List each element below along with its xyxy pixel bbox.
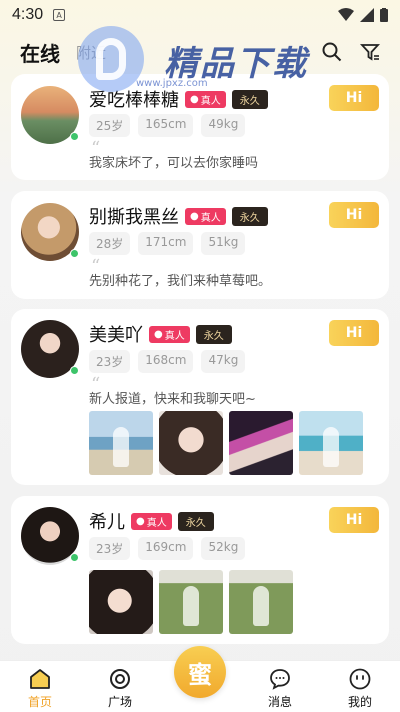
tab-online[interactable]: 在线 xyxy=(20,38,60,67)
avatar[interactable] xyxy=(21,86,79,144)
online-indicator xyxy=(70,132,79,141)
user-photo[interactable] xyxy=(229,411,293,475)
age-tag: 23岁 xyxy=(89,350,131,373)
name-row: 爱吃棒棒糖 ● 真人 永久 xyxy=(89,86,268,112)
nav-messages-label: 消息 xyxy=(267,695,292,709)
nav-messages[interactable]: 消息 xyxy=(250,667,310,710)
real-badge-label: 真人 xyxy=(200,212,221,224)
hi-button[interactable]: Hi xyxy=(329,85,379,111)
age-tag: 25岁 xyxy=(89,114,131,137)
plaza-icon xyxy=(110,669,130,689)
user-card[interactable]: 别撕我黑丝 ● 真人 永久 28岁 171cm 51kg “ 先别种花了，我们来种… xyxy=(11,191,389,299)
person-icon: ● xyxy=(190,93,199,105)
notification-icon: A xyxy=(53,9,66,21)
user-message: 我家床坏了，可以去你家睡吗 xyxy=(89,156,259,171)
real-person-badge: ● 真人 xyxy=(149,325,190,343)
user-name: 爱吃棒棒糖 xyxy=(89,90,179,111)
name-row: 希儿 ● 真人 永久 xyxy=(89,508,214,534)
user-card[interactable]: 美美吖 ● 真人 永久 23岁 168cm 47kg “ 新人报道，快来和我聊天吧… xyxy=(11,309,389,485)
tab-nearby[interactable]: 附近 xyxy=(76,42,106,63)
user-tags: 23岁 169cm 52kg xyxy=(89,537,246,560)
weight-tag: 49kg xyxy=(201,114,246,137)
user-tags: 23岁 168cm 47kg xyxy=(89,350,246,373)
user-photo[interactable] xyxy=(89,570,153,634)
user-name: 美美吖 xyxy=(89,325,143,346)
real-badge-label: 真人 xyxy=(164,330,185,342)
status-icons xyxy=(338,8,388,22)
user-message: 新人报道，快来和我聊天吧~ xyxy=(89,392,256,407)
top-header: 在线 附近 xyxy=(0,30,400,74)
message-icon xyxy=(270,669,290,690)
search-icon[interactable] xyxy=(322,42,342,62)
photo-strip xyxy=(89,570,293,634)
weight-tag: 51kg xyxy=(201,232,246,255)
user-photo[interactable] xyxy=(229,570,293,634)
real-person-badge: ● 真人 xyxy=(131,512,172,530)
person-icon: ● xyxy=(190,210,199,222)
header-actions xyxy=(322,42,380,62)
height-tag: 169cm xyxy=(138,537,194,560)
nav-home[interactable]: 首页 xyxy=(10,667,70,710)
avatar[interactable] xyxy=(21,320,79,378)
age-tag: 23岁 xyxy=(89,537,131,560)
real-person-badge: ● 真人 xyxy=(185,90,226,108)
user-photo[interactable] xyxy=(299,411,363,475)
name-row: 别撕我黑丝 ● 真人 永久 xyxy=(89,203,268,229)
hi-button[interactable]: Hi xyxy=(329,202,379,228)
profile-icon xyxy=(349,668,371,690)
name-row: 美美吖 ● 真人 永久 xyxy=(89,321,232,347)
height-tag: 168cm xyxy=(138,350,194,373)
avatar[interactable] xyxy=(21,507,79,565)
status-time: 4:30 xyxy=(12,6,44,23)
person-icon: ● xyxy=(136,515,145,527)
user-photo[interactable] xyxy=(89,411,153,475)
nav-mine-label: 我的 xyxy=(347,695,372,709)
height-tag: 165cm xyxy=(138,114,194,137)
online-indicator xyxy=(70,366,79,375)
forever-badge: 永久 xyxy=(177,511,214,531)
user-card[interactable]: 希儿 ● 真人 永久 23岁 169cm 52kg Hi xyxy=(11,496,389,644)
nav-plaza[interactable]: 广场 xyxy=(90,667,150,710)
forever-badge: 永久 xyxy=(195,324,232,344)
battery-icon xyxy=(380,8,388,22)
nav-plaza-label: 广场 xyxy=(107,695,132,709)
height-tag: 171cm xyxy=(138,232,194,255)
user-photo[interactable] xyxy=(159,570,223,634)
filter-icon[interactable] xyxy=(360,42,380,62)
nav-home-label: 首页 xyxy=(27,695,52,709)
user-message: 先别种花了，我们来种草莓吧。 xyxy=(89,274,272,289)
online-indicator xyxy=(70,553,79,562)
real-person-badge: ● 真人 xyxy=(185,207,226,225)
user-tags: 28岁 171cm 51kg xyxy=(89,232,246,255)
forever-badge: 永久 xyxy=(231,206,268,226)
home-icon xyxy=(30,669,50,689)
hi-button[interactable]: Hi xyxy=(329,320,379,346)
real-badge-label: 真人 xyxy=(146,517,167,529)
center-action-button[interactable]: 蜜 xyxy=(174,646,226,698)
weight-tag: 47kg xyxy=(201,350,246,373)
person-icon: ● xyxy=(154,328,163,340)
signal-icon xyxy=(360,8,374,22)
avatar[interactable] xyxy=(21,203,79,261)
age-tag: 28岁 xyxy=(89,232,131,255)
real-badge-label: 真人 xyxy=(200,95,221,107)
status-bar: 4:30 A xyxy=(0,0,400,30)
nav-mine[interactable]: 我的 xyxy=(330,667,390,710)
user-tags: 25岁 165cm 49kg xyxy=(89,114,246,137)
user-photo[interactable] xyxy=(159,411,223,475)
forever-badge: 永久 xyxy=(231,89,268,109)
weight-tag: 52kg xyxy=(201,537,246,560)
user-name: 别撕我黑丝 xyxy=(89,207,179,228)
hi-button[interactable]: Hi xyxy=(329,507,379,533)
online-indicator xyxy=(70,249,79,258)
photo-strip xyxy=(89,411,363,475)
user-card[interactable]: 爱吃棒棒糖 ● 真人 永久 25岁 165cm 49kg “ 我家床坏了，可以去你… xyxy=(11,74,389,180)
wifi-icon xyxy=(338,8,354,21)
user-name: 希儿 xyxy=(89,512,125,533)
